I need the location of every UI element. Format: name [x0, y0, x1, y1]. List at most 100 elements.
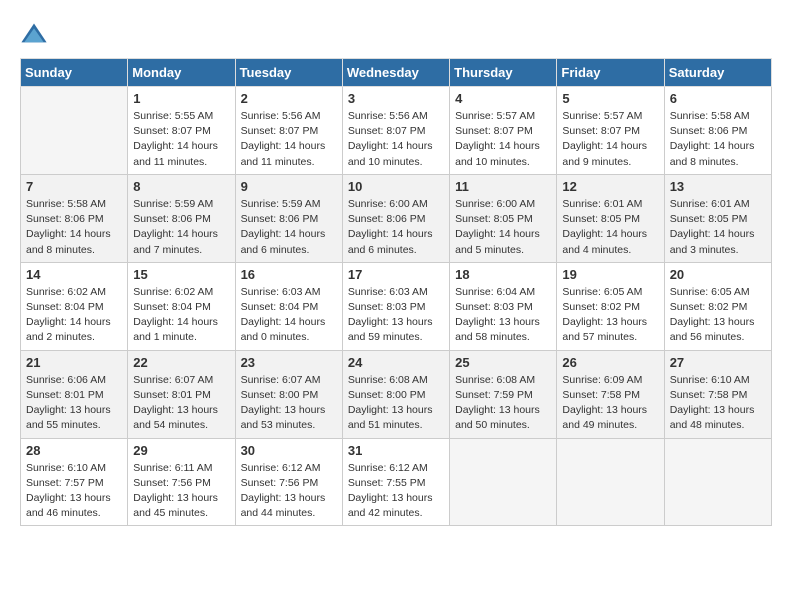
cell-date-number: 23: [241, 355, 337, 370]
cell-sun-info: Sunrise: 6:03 AMSunset: 8:04 PMDaylight:…: [241, 285, 337, 346]
calendar-table: SundayMondayTuesdayWednesdayThursdayFrid…: [20, 58, 772, 526]
calendar-header-row: SundayMondayTuesdayWednesdayThursdayFrid…: [21, 59, 772, 87]
calendar-cell: 5 Sunrise: 5:57 AMSunset: 8:07 PMDaylight…: [557, 87, 664, 175]
calendar-week-row: 21 Sunrise: 6:06 AMSunset: 8:01 PMDayligh…: [21, 350, 772, 438]
cell-date-number: 7: [26, 179, 122, 194]
day-header-sunday: Sunday: [21, 59, 128, 87]
calendar-cell: 13 Sunrise: 6:01 AMSunset: 8:05 PMDayligh…: [664, 174, 771, 262]
calendar-cell: 18 Sunrise: 6:04 AMSunset: 8:03 PMDayligh…: [450, 262, 557, 350]
calendar-cell: 21 Sunrise: 6:06 AMSunset: 8:01 PMDayligh…: [21, 350, 128, 438]
cell-sun-info: Sunrise: 6:06 AMSunset: 8:01 PMDaylight:…: [26, 373, 122, 434]
calendar-cell: 24 Sunrise: 6:08 AMSunset: 8:00 PMDayligh…: [342, 350, 449, 438]
cell-sun-info: Sunrise: 6:00 AMSunset: 8:05 PMDaylight:…: [455, 197, 551, 258]
calendar-cell: 30 Sunrise: 6:12 AMSunset: 7:56 PMDayligh…: [235, 438, 342, 526]
calendar-cell: 10Sunrise: 6:00 AMSunset: 8:06 PMDayligh…: [342, 174, 449, 262]
cell-sun-info: Sunrise: 6:05 AMSunset: 8:02 PMDaylight:…: [670, 285, 766, 346]
cell-sun-info: Sunrise: 5:57 AMSunset: 8:07 PMDaylight:…: [455, 109, 551, 170]
cell-sun-info: Sunrise: 6:02 AMSunset: 8:04 PMDaylight:…: [133, 285, 229, 346]
cell-sun-info: Sunrise: 5:59 AMSunset: 8:06 PMDaylight:…: [133, 197, 229, 258]
logo: [20, 20, 52, 48]
cell-date-number: 4: [455, 91, 551, 106]
calendar-week-row: 14 Sunrise: 6:02 AMSunset: 8:04 PMDayligh…: [21, 262, 772, 350]
cell-sun-info: Sunrise: 6:08 AMSunset: 7:59 PMDaylight:…: [455, 373, 551, 434]
calendar-week-row: 7 Sunrise: 5:58 AMSunset: 8:06 PMDaylight…: [21, 174, 772, 262]
calendar-cell: 12 Sunrise: 6:01 AMSunset: 8:05 PMDayligh…: [557, 174, 664, 262]
cell-sun-info: Sunrise: 6:03 AMSunset: 8:03 PMDaylight:…: [348, 285, 444, 346]
cell-sun-info: Sunrise: 6:09 AMSunset: 7:58 PMDaylight:…: [562, 373, 658, 434]
cell-date-number: 27: [670, 355, 766, 370]
cell-sun-info: Sunrise: 6:01 AMSunset: 8:05 PMDaylight:…: [670, 197, 766, 258]
calendar-cell: [557, 438, 664, 526]
cell-sun-info: Sunrise: 5:56 AMSunset: 8:07 PMDaylight:…: [348, 109, 444, 170]
cell-date-number: 18: [455, 267, 551, 282]
cell-date-number: 22: [133, 355, 229, 370]
cell-sun-info: Sunrise: 5:58 AMSunset: 8:06 PMDaylight:…: [26, 197, 122, 258]
cell-sun-info: Sunrise: 5:57 AMSunset: 8:07 PMDaylight:…: [562, 109, 658, 170]
cell-date-number: 1: [133, 91, 229, 106]
calendar-cell: [21, 87, 128, 175]
cell-sun-info: Sunrise: 5:55 AMSunset: 8:07 PMDaylight:…: [133, 109, 229, 170]
cell-sun-info: Sunrise: 6:10 AMSunset: 7:58 PMDaylight:…: [670, 373, 766, 434]
cell-sun-info: Sunrise: 6:12 AMSunset: 7:55 PMDaylight:…: [348, 461, 444, 522]
cell-sun-info: Sunrise: 5:59 AMSunset: 8:06 PMDaylight:…: [241, 197, 337, 258]
cell-sun-info: Sunrise: 6:08 AMSunset: 8:00 PMDaylight:…: [348, 373, 444, 434]
cell-date-number: 28: [26, 443, 122, 458]
cell-date-number: 24: [348, 355, 444, 370]
cell-date-number: 19: [562, 267, 658, 282]
calendar-cell: 8 Sunrise: 5:59 AMSunset: 8:06 PMDaylight…: [128, 174, 235, 262]
cell-date-number: 13: [670, 179, 766, 194]
cell-date-number: 21: [26, 355, 122, 370]
cell-date-number: 30: [241, 443, 337, 458]
cell-sun-info: Sunrise: 6:07 AMSunset: 8:01 PMDaylight:…: [133, 373, 229, 434]
calendar-cell: 23 Sunrise: 6:07 AMSunset: 8:00 PMDayligh…: [235, 350, 342, 438]
calendar-cell: 6Sunrise: 5:58 AMSunset: 8:06 PMDaylight…: [664, 87, 771, 175]
cell-sun-info: Sunrise: 6:01 AMSunset: 8:05 PMDaylight:…: [562, 197, 658, 258]
calendar-week-row: 28 Sunrise: 6:10 AMSunset: 7:57 PMDayligh…: [21, 438, 772, 526]
cell-sun-info: Sunrise: 6:11 AMSunset: 7:56 PMDaylight:…: [133, 461, 229, 522]
cell-date-number: 9: [241, 179, 337, 194]
calendar-cell: 20 Sunrise: 6:05 AMSunset: 8:02 PMDayligh…: [664, 262, 771, 350]
calendar-week-row: 1 Sunrise: 5:55 AMSunset: 8:07 PMDaylight…: [21, 87, 772, 175]
cell-date-number: 2: [241, 91, 337, 106]
cell-date-number: 5: [562, 91, 658, 106]
cell-date-number: 14: [26, 267, 122, 282]
cell-sun-info: Sunrise: 6:10 AMSunset: 7:57 PMDaylight:…: [26, 461, 122, 522]
cell-date-number: 3: [348, 91, 444, 106]
calendar-cell: 22 Sunrise: 6:07 AMSunset: 8:01 PMDayligh…: [128, 350, 235, 438]
calendar-cell: 9 Sunrise: 5:59 AMSunset: 8:06 PMDaylight…: [235, 174, 342, 262]
cell-date-number: 12: [562, 179, 658, 194]
logo-icon: [20, 20, 48, 48]
calendar-cell: 29Sunrise: 6:11 AMSunset: 7:56 PMDayligh…: [128, 438, 235, 526]
cell-sun-info: Sunrise: 6:12 AMSunset: 7:56 PMDaylight:…: [241, 461, 337, 522]
cell-date-number: 8: [133, 179, 229, 194]
calendar-cell: 15 Sunrise: 6:02 AMSunset: 8:04 PMDayligh…: [128, 262, 235, 350]
day-header-tuesday: Tuesday: [235, 59, 342, 87]
calendar-cell: [450, 438, 557, 526]
cell-date-number: 15: [133, 267, 229, 282]
calendar-cell: 16 Sunrise: 6:03 AMSunset: 8:04 PMDayligh…: [235, 262, 342, 350]
calendar-cell: 19 Sunrise: 6:05 AMSunset: 8:02 PMDayligh…: [557, 262, 664, 350]
cell-date-number: 10: [348, 179, 444, 194]
calendar-cell: 26Sunrise: 6:09 AMSunset: 7:58 PMDayligh…: [557, 350, 664, 438]
day-header-saturday: Saturday: [664, 59, 771, 87]
calendar-cell: 14Sunrise: 6:02 AMSunset: 8:04 PMDayligh…: [21, 262, 128, 350]
calendar-cell: 31 Sunrise: 6:12 AMSunset: 7:55 PMDayligh…: [342, 438, 449, 526]
cell-sun-info: Sunrise: 6:07 AMSunset: 8:00 PMDaylight:…: [241, 373, 337, 434]
calendar-cell: 27 Sunrise: 6:10 AMSunset: 7:58 PMDayligh…: [664, 350, 771, 438]
cell-sun-info: Sunrise: 5:56 AMSunset: 8:07 PMDaylight:…: [241, 109, 337, 170]
day-header-monday: Monday: [128, 59, 235, 87]
cell-date-number: 16: [241, 267, 337, 282]
calendar-cell: 1 Sunrise: 5:55 AMSunset: 8:07 PMDaylight…: [128, 87, 235, 175]
calendar-cell: [664, 438, 771, 526]
calendar-cell: 25Sunrise: 6:08 AMSunset: 7:59 PMDayligh…: [450, 350, 557, 438]
day-header-friday: Friday: [557, 59, 664, 87]
cell-date-number: 20: [670, 267, 766, 282]
cell-sun-info: Sunrise: 5:58 AMSunset: 8:06 PMDaylight:…: [670, 109, 766, 170]
day-header-wednesday: Wednesday: [342, 59, 449, 87]
calendar-cell: 2 Sunrise: 5:56 AMSunset: 8:07 PMDaylight…: [235, 87, 342, 175]
cell-sun-info: Sunrise: 6:05 AMSunset: 8:02 PMDaylight:…: [562, 285, 658, 346]
page-header: [20, 20, 772, 48]
cell-sun-info: Sunrise: 6:04 AMSunset: 8:03 PMDaylight:…: [455, 285, 551, 346]
calendar-cell: 7 Sunrise: 5:58 AMSunset: 8:06 PMDaylight…: [21, 174, 128, 262]
cell-date-number: 31: [348, 443, 444, 458]
